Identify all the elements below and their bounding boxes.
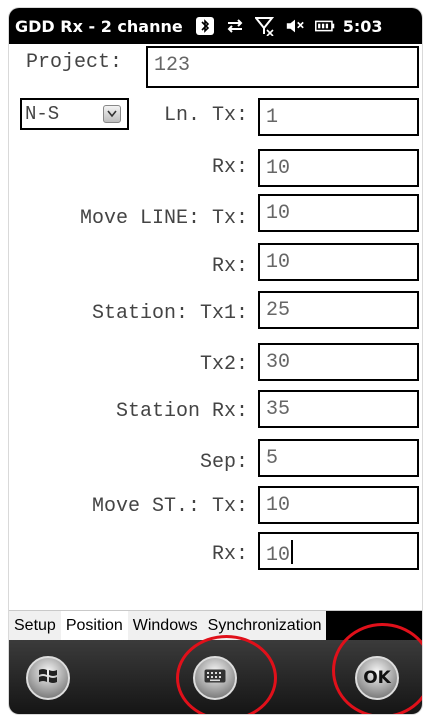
move-line-tx-input[interactable]: 10 [258,194,419,232]
sep-label: Sep: [199,451,248,474]
volume-muted-icon [285,16,305,36]
data-transfer-icon [225,16,245,36]
move-st-rx-label: Rx: [211,543,248,566]
direction-select-value: N-S [25,103,60,125]
battery-icon [314,16,335,36]
tab-windows[interactable]: Windows [128,611,203,641]
station-tx1-label: Station: Tx1: [91,302,248,325]
windows-start-icon [36,664,60,693]
station-rx-input[interactable]: 35 [258,390,419,428]
move-st-tx-input[interactable]: 10 [258,486,419,524]
move-line-rx-input[interactable]: 10 [258,243,419,281]
clock: 5:03 [342,16,383,36]
line-rx-input[interactable]: 10 [258,149,419,187]
bluetooth-icon [195,16,215,36]
tab-bar: Setup Position Windows Synchronization [9,610,422,641]
sep-input[interactable]: 5 [258,439,419,477]
no-signal-icon [254,16,275,36]
station-rx-label: Station Rx: [115,400,248,423]
station-tx1-input[interactable]: 25 [258,291,419,329]
project-input[interactable]: 123 [146,46,419,88]
move-st-rx-value: 10 [266,544,291,567]
project-label: Project: [26,51,123,74]
start-button[interactable] [26,656,70,700]
tab-synchronization[interactable]: Synchronization [203,611,327,641]
text-cursor [291,540,294,564]
tab-setup[interactable]: Setup [9,611,61,641]
soft-key-bar: OK [9,640,422,714]
line-rx-label: Rx: [211,156,248,179]
move-st-rx-input[interactable]: 10 [258,532,419,570]
status-icons [195,16,335,36]
tab-bar-filler [326,611,422,641]
move-line-tx-label: Move LINE: Tx: [79,207,248,230]
line-tx-input[interactable]: 1 [258,98,419,136]
ok-label: OK [363,668,391,688]
direction-select[interactable]: N-S [20,98,129,130]
device-screen: GDD Rx - 2 channe 5:03 Project: 123 N-S [9,8,422,714]
move-line-rx-label: Rx: [211,255,248,278]
station-tx2-input[interactable]: 30 [258,343,419,381]
tab-position[interactable]: Position [60,611,128,641]
station-tx2-label: Tx2: [199,353,248,376]
keyboard-icon [204,669,226,688]
ok-button[interactable]: OK [355,656,399,700]
window-title: GDD Rx - 2 channe [15,16,183,36]
keyboard-button[interactable] [193,656,237,700]
line-tx-label: Ln. Tx: [163,104,248,127]
chevron-down-icon[interactable] [103,105,121,123]
move-st-tx-label: Move ST.: Tx: [91,495,248,518]
status-bar: GDD Rx - 2 channe 5:03 [9,8,422,44]
